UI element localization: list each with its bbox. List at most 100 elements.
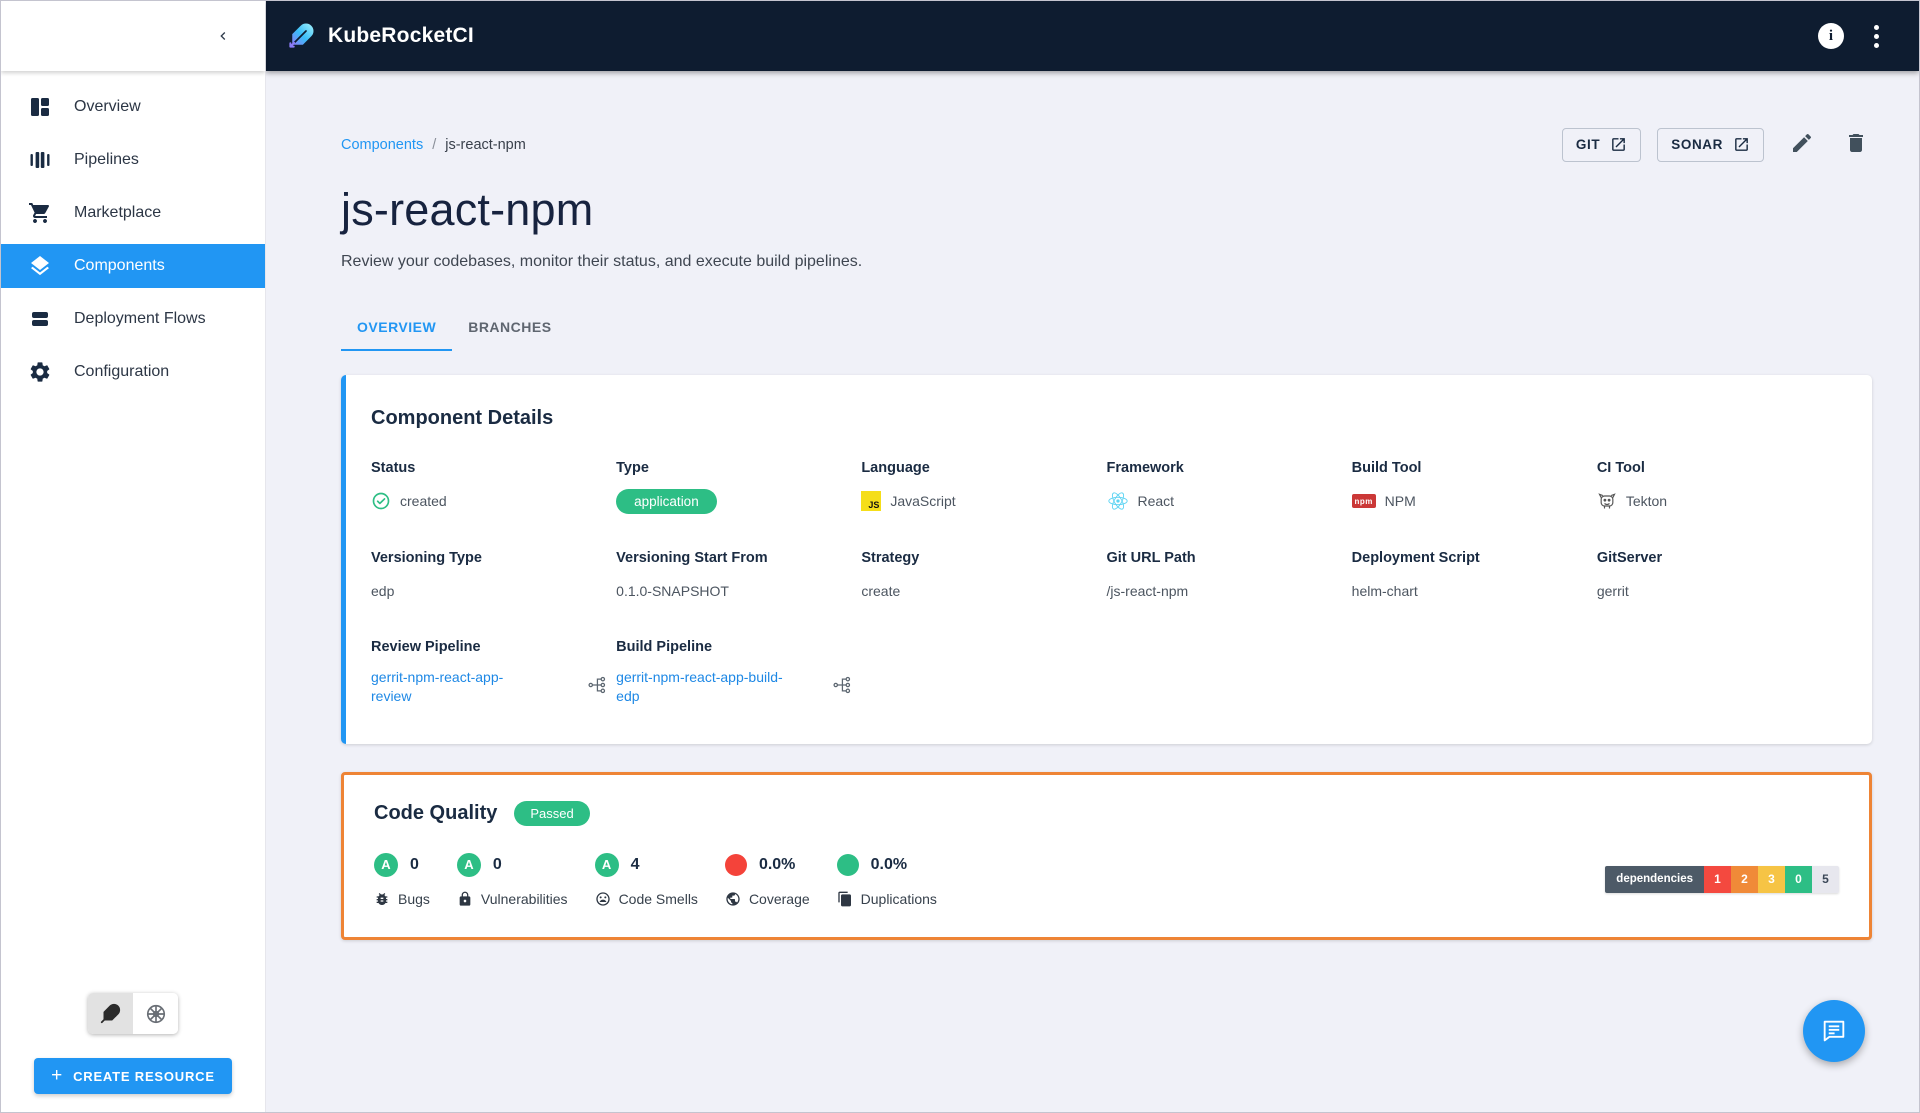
kebab-menu-button[interactable] <box>1874 24 1879 48</box>
trash-icon <box>1849 134 1863 152</box>
git-link-button[interactable]: GIT <box>1561 127 1642 162</box>
dependencies-info-count: 5 <box>1812 865 1839 893</box>
breadcrumb-components-link[interactable]: Components <box>341 137 423 153</box>
marketplace-cart-icon <box>29 203 49 223</box>
code-smells-icon <box>595 892 610 906</box>
sidebar-collapse-button[interactable] <box>207 20 239 52</box>
field-review-pipeline: Review Pipeline gerrit-npm-react-app-rev… <box>371 639 616 706</box>
metric-code-smells: A 4 Code Smells <box>594 852 698 907</box>
feather-icon <box>100 1003 121 1024</box>
app-root: Overview Pipelines Marketplace Component… <box>0 0 1920 1113</box>
npm-icon: npm <box>1351 494 1376 508</box>
build-pipeline-diagram-button[interactable] <box>832 675 852 698</box>
kubernetes-view-toggle[interactable] <box>133 993 178 1034</box>
sidebar-item-label: Overview <box>74 98 141 115</box>
main-area: KubeRocketCI i Components / js-react-npm <box>266 1 1919 1112</box>
field-strategy: Strategy create <box>861 550 920 599</box>
chat-icon <box>1823 1020 1845 1042</box>
kebab-menu-icon <box>1874 24 1879 48</box>
framework-value: React <box>1137 493 1175 509</box>
versioning-start-value: 0.1.0-SNAPSHOT <box>616 583 729 599</box>
create-resource-button[interactable]: + CREATE RESOURCE <box>34 1058 232 1094</box>
sidebar: Overview Pipelines Marketplace Component… <box>1 1 266 1112</box>
dependencies-high-count: 2 <box>1731 865 1758 893</box>
field-language: Language JS JavaScript <box>861 460 956 511</box>
tab-label: OVERVIEW <box>357 319 437 335</box>
kuberocketci-view-toggle[interactable] <box>88 993 133 1034</box>
dependencies-critical-count: 1 <box>1704 865 1731 893</box>
sidebar-item-overview[interactable]: Overview <box>1 85 265 129</box>
type-chip: application <box>616 489 717 514</box>
field-versioning-start: Versioning Start From 0.1.0-SNAPSHOT <box>616 550 768 599</box>
external-link-icon <box>1612 138 1626 151</box>
sidebar-item-marketplace[interactable]: Marketplace <box>1 191 265 235</box>
breadcrumb: Components / js-react-npm <box>341 137 526 153</box>
code-quality-title: Code Quality <box>374 801 498 824</box>
coverage-globe-icon <box>726 892 740 906</box>
review-pipeline-diagram-button[interactable] <box>587 675 607 698</box>
lock-icon <box>459 891 471 906</box>
pipelines-icon <box>30 152 50 168</box>
metric-vulnerabilities: A 0 Vulnerabilities <box>456 852 568 907</box>
deployment-script-value: helm-chart <box>1351 583 1418 599</box>
sidebar-item-components[interactable]: Components <box>1 244 265 288</box>
sidebar-item-pipelines[interactable]: Pipelines <box>1 138 265 182</box>
overview-icon <box>31 98 49 116</box>
component-details-card: Component Details Status created Type ap… <box>341 375 1872 744</box>
quality-gate-chip: Passed <box>514 800 590 826</box>
deployment-flows-icon <box>32 312 48 326</box>
field-git-url-path: Git URL Path /js-react-npm <box>1106 550 1196 599</box>
edit-button[interactable] <box>1786 127 1818 162</box>
sonar-link-button[interactable]: SONAR <box>1657 127 1764 162</box>
versioning-type-value: edp <box>371 583 395 599</box>
tab-label: BRANCHES <box>468 319 552 335</box>
sidebar-item-deployment-flows[interactable]: Deployment Flows <box>1 297 265 341</box>
view-toggle-group <box>88 993 178 1034</box>
dependencies-badge[interactable]: dependencies 1 2 3 0 5 <box>1605 865 1839 893</box>
field-status: Status created <box>371 460 447 510</box>
tab-branches[interactable]: BRANCHES <box>452 305 567 351</box>
git-server-value: gerrit <box>1596 583 1629 599</box>
field-framework: Framework React <box>1107 460 1352 514</box>
tab-overview[interactable]: OVERVIEW <box>341 305 453 351</box>
info-button[interactable]: i <box>1818 23 1844 49</box>
sidebar-item-label: Marketplace <box>74 204 162 221</box>
sonar-button-label: SONAR <box>1671 137 1723 152</box>
check-circle-icon <box>372 492 390 510</box>
dependencies-medium-count: 3 <box>1758 865 1785 893</box>
chevron-left-icon <box>220 32 226 40</box>
sidebar-header <box>1 1 265 71</box>
field-git-server: GitServer gerrit <box>1596 550 1663 599</box>
delete-button[interactable] <box>1840 127 1872 162</box>
review-pipeline-link[interactable]: gerrit-npm-react-app-review <box>371 668 543 706</box>
field-versioning-type: Versioning Type edp <box>371 550 482 599</box>
metric-bugs: A 0 Bugs <box>374 852 430 907</box>
language-value: JavaScript <box>890 493 956 509</box>
quality-metrics: A 0 Bugs A 0 Vulnerabilities A 4 Code Sm… <box>374 852 937 907</box>
dependencies-label: dependencies <box>1605 865 1704 893</box>
external-link-icon <box>1735 138 1748 151</box>
sidebar-item-label: Components <box>74 257 165 274</box>
git-url-path-value: /js-react-npm <box>1106 583 1189 599</box>
brand: KubeRocketCI <box>286 21 474 51</box>
field-type: Type application <box>616 460 861 514</box>
field-deployment-script: Deployment Script helm-chart <box>1351 550 1480 599</box>
sidebar-item-configuration[interactable]: Configuration <box>1 350 265 394</box>
strategy-value: create <box>861 583 901 599</box>
component-details-title: Component Details <box>371 407 554 429</box>
git-button-label: GIT <box>1575 137 1601 152</box>
rating-badge: A <box>374 852 398 877</box>
coverage-status-dot <box>724 853 747 876</box>
plus-icon: + <box>51 1064 64 1086</box>
pipeline-graph-icon <box>833 677 851 694</box>
components-layers-icon <box>31 256 49 276</box>
build-pipeline-link[interactable]: gerrit-npm-react-app-build-edp <box>616 668 788 706</box>
page-actions: GIT SONAR <box>1561 127 1872 162</box>
chat-fab-button[interactable] <box>1803 1000 1865 1062</box>
field-ci-tool: CI Tool Tekton <box>1596 460 1668 509</box>
info-icon: i <box>1818 23 1844 49</box>
breadcrumb-separator: / <box>432 136 437 153</box>
kubernetes-icon <box>146 1004 165 1023</box>
sidebar-nav: Overview Pipelines Marketplace Component… <box>1 71 265 403</box>
build-tool-value: NPM <box>1384 493 1416 509</box>
